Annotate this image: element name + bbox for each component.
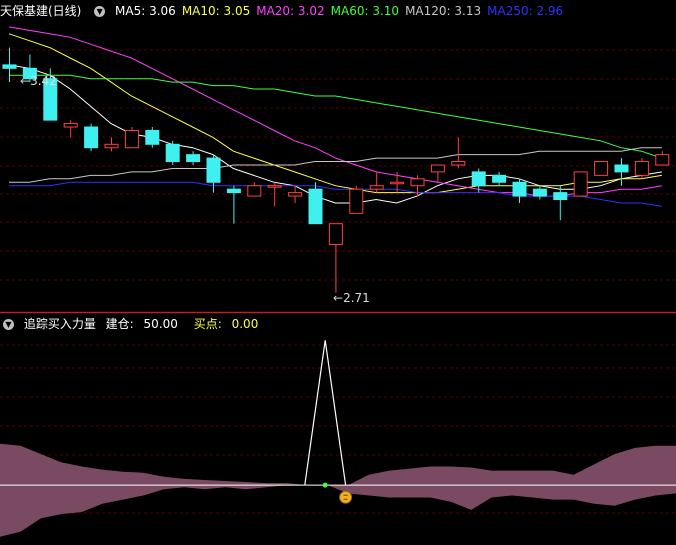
candle-body [145, 129, 160, 145]
jiancang-value: 50.00 [143, 317, 178, 331]
ma-legend: MA5: 3.06 MA10: 3.05 MA20: 3.02 MA60: 3.10 M… [115, 4, 569, 18]
legend-ma120: MA120: 3.13 [405, 4, 482, 18]
chart-stage [0, 0, 676, 542]
candle-body [369, 185, 384, 190]
candle-body [124, 129, 139, 149]
legend-ma60: MA60: 3.10 [330, 4, 400, 18]
high-price-value: 3.42 [30, 74, 57, 88]
candle-body [84, 126, 99, 149]
candle-body [226, 188, 241, 194]
candle-body [594, 161, 609, 176]
candle-body [390, 181, 405, 185]
candle-body [492, 174, 507, 183]
candle-body [349, 188, 364, 214]
candle-body [512, 181, 527, 197]
force-band-area [0, 443, 676, 537]
candle-body [165, 143, 180, 163]
money-bag-icon [339, 490, 353, 504]
lower-title: 追踪买入力量 [23, 317, 96, 331]
main-title: 天保基建(日线) [0, 4, 82, 18]
legend-ma250: MA250: 2.96 [487, 4, 564, 18]
candle-body [2, 64, 17, 69]
legend-ma5: MA5: 3.06 [115, 4, 176, 18]
signal-dot [322, 482, 328, 488]
candle-body [655, 154, 670, 166]
candle-body [634, 161, 649, 176]
high-price-label: ←3.42 [20, 74, 57, 88]
candle-body [451, 161, 466, 166]
candle-body [410, 178, 425, 187]
candle-body [186, 154, 201, 163]
candle-body [553, 192, 568, 201]
candle-body [430, 164, 445, 173]
main-panel-header: 天保基建(日线) ▼ MA5: 3.06 MA10: 3.05 MA20: 3.02… [0, 2, 575, 20]
maidian-label: 买点: [193, 317, 222, 331]
candle-body [288, 192, 303, 197]
jiancang-readout: 建仓: 50.00 [106, 317, 184, 331]
low-price-label: ←2.71 [333, 291, 370, 305]
candle-body [267, 185, 282, 188]
lower-panel-header: ▼ 追踪买入力量 建仓: 50.00 买点: 0.00 [0, 315, 270, 333]
chevron-down-icon[interactable]: ▼ [3, 319, 14, 330]
candle-body [206, 157, 221, 183]
candle-body [247, 185, 262, 197]
candle-body [573, 171, 588, 197]
candle-body [308, 188, 323, 225]
ma-line-ma120 [9, 147, 662, 183]
low-price-value: 2.71 [343, 291, 370, 305]
jiancang-label: 建仓: [105, 317, 134, 331]
candle-body [328, 223, 343, 245]
maidian-readout: 买点: 0.00 [194, 317, 265, 331]
legend-ma10: MA10: 3.05 [181, 4, 251, 18]
chevron-down-icon[interactable]: ▼ [94, 6, 106, 17]
candle-body [104, 143, 119, 149]
legend-ma20: MA20: 3.02 [256, 4, 325, 18]
candle-body [471, 171, 486, 187]
chart-canvas [0, 26, 676, 537]
candle-body [63, 123, 78, 128]
spike-line [304, 340, 347, 486]
maidian-value: 0.00 [231, 317, 259, 331]
ma-line-ma10 [8, 33, 662, 194]
ma-line-ma20 [8, 26, 662, 197]
candle-body [532, 188, 547, 197]
candle-body [614, 164, 629, 173]
